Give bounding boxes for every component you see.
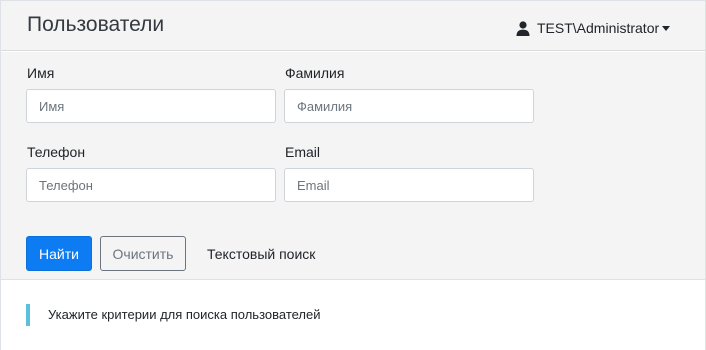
last-name-input[interactable] — [284, 89, 534, 123]
email-label: Email — [285, 144, 321, 160]
text-search-link[interactable]: Текстовый поиск — [207, 245, 315, 263]
phone-label: Телефон — [27, 144, 86, 160]
first-name-label: Имя — [27, 65, 55, 81]
user-menu-dropdown[interactable]: TEST\Administrator — [516, 17, 671, 39]
search-hint: Укажите критерии для поиска пользователе… — [26, 304, 321, 326]
last-name-label: Фамилия — [285, 65, 345, 81]
users-page: Пользователи TEST\Administrator Имя Фами… — [0, 0, 706, 350]
search-filter-panel: Имя Фамилия Телефон Email Найти Очистить… — [1, 52, 705, 280]
page-header: Пользователи TEST\Administrator — [1, 0, 705, 51]
search-button[interactable]: Найти — [26, 236, 92, 271]
caret-down-icon — [662, 25, 671, 31]
user-name: TEST\Administrator — [537, 20, 660, 36]
email-input[interactable] — [284, 168, 534, 202]
user-icon — [516, 20, 530, 36]
first-name-input[interactable] — [26, 89, 276, 123]
clear-button[interactable]: Очистить — [100, 236, 186, 271]
search-hint-text: Укажите критерии для поиска пользователе… — [48, 307, 321, 322]
phone-input[interactable] — [26, 168, 276, 202]
page-title: Пользователи — [27, 13, 165, 36]
